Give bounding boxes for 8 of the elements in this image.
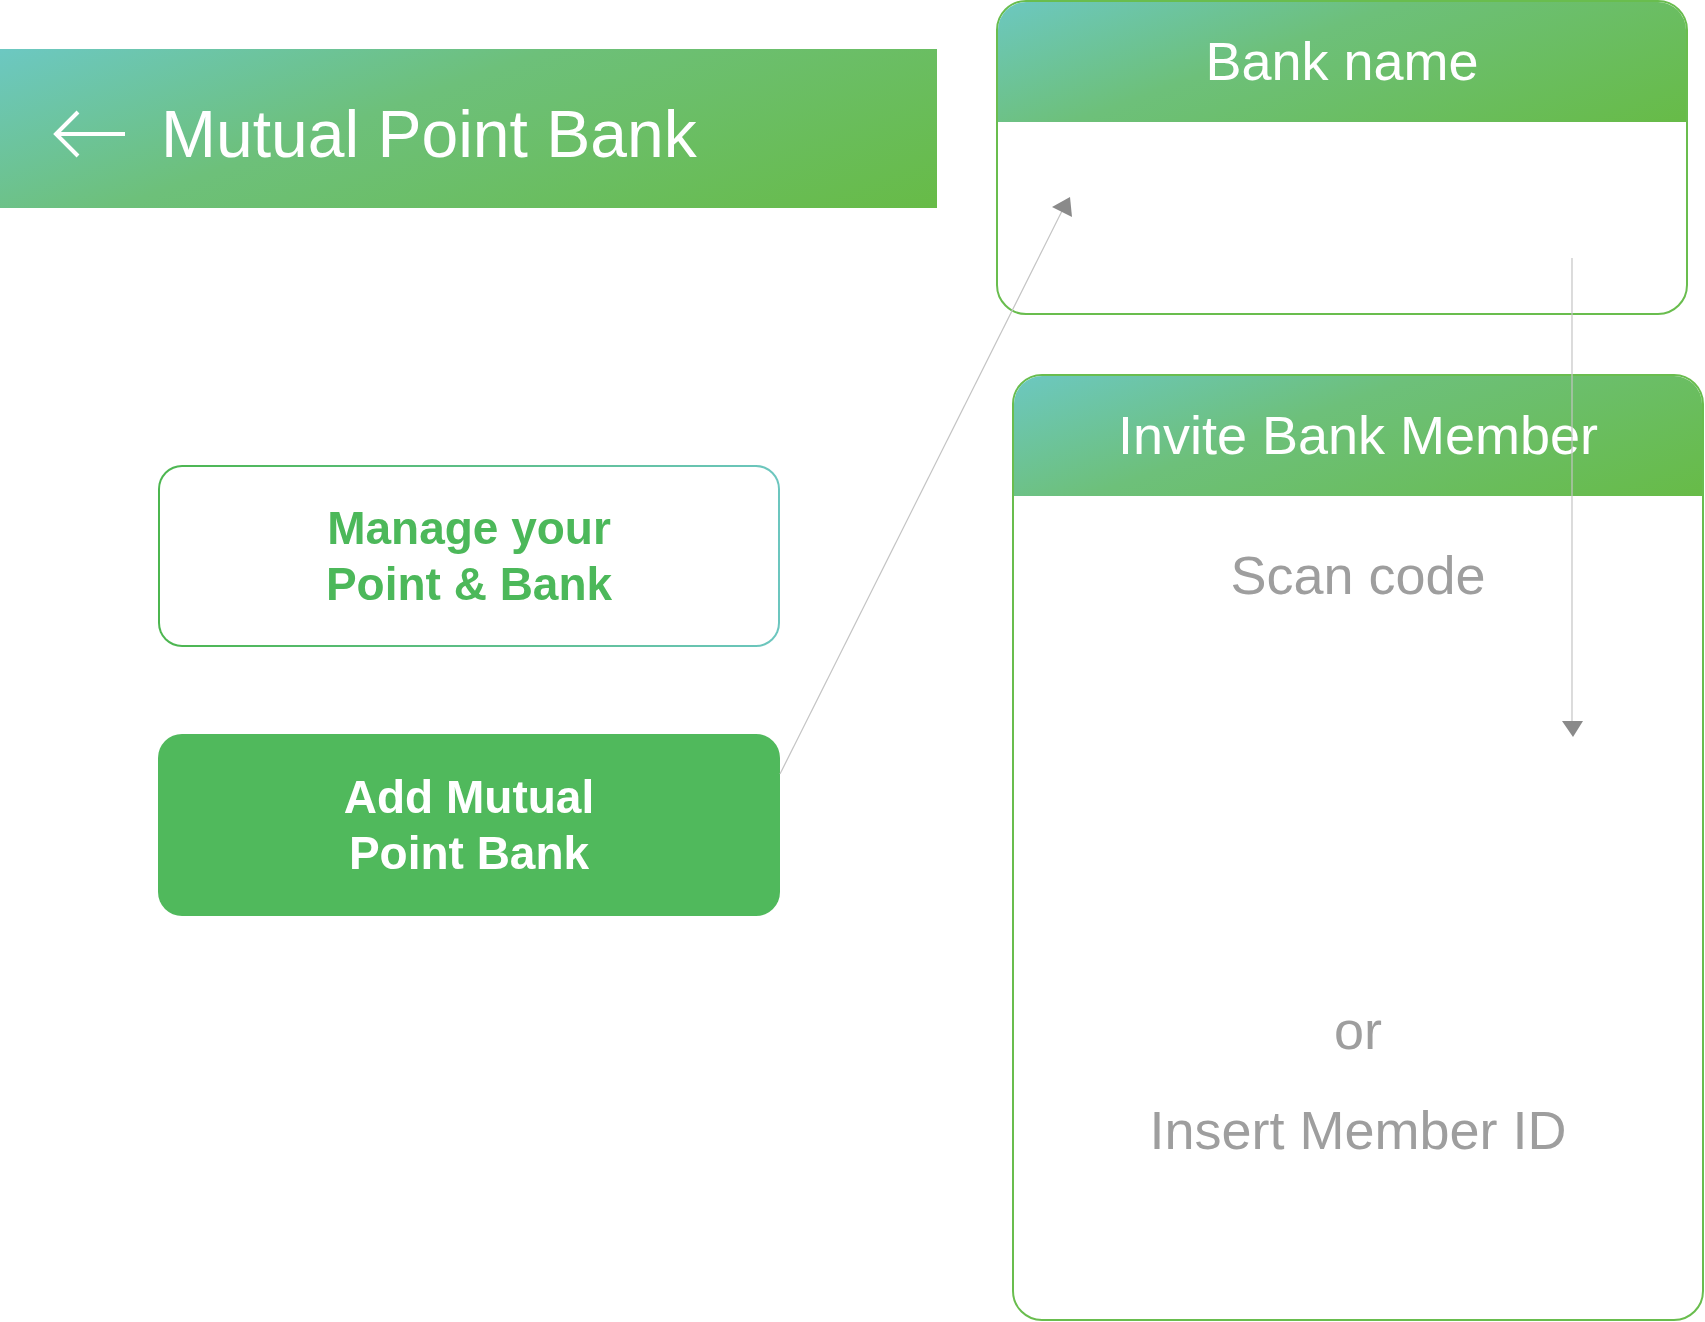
invite-option[interactable]: Insert Member ID <box>1149 1098 1567 1162</box>
page-title: Mutual Point Bank <box>161 95 697 172</box>
separator-text: or <box>1334 999 1382 1062</box>
card-title: Bank name <box>1205 30 1479 93</box>
invite-option[interactable]: Scan code <box>1230 543 1486 607</box>
card-title: Invite Bank Member <box>1117 404 1599 467</box>
manage-button[interactable]: Manage your Point & Bank <box>158 465 780 647</box>
add-bank-button[interactable]: Add Mutual Point Bank <box>158 734 780 916</box>
